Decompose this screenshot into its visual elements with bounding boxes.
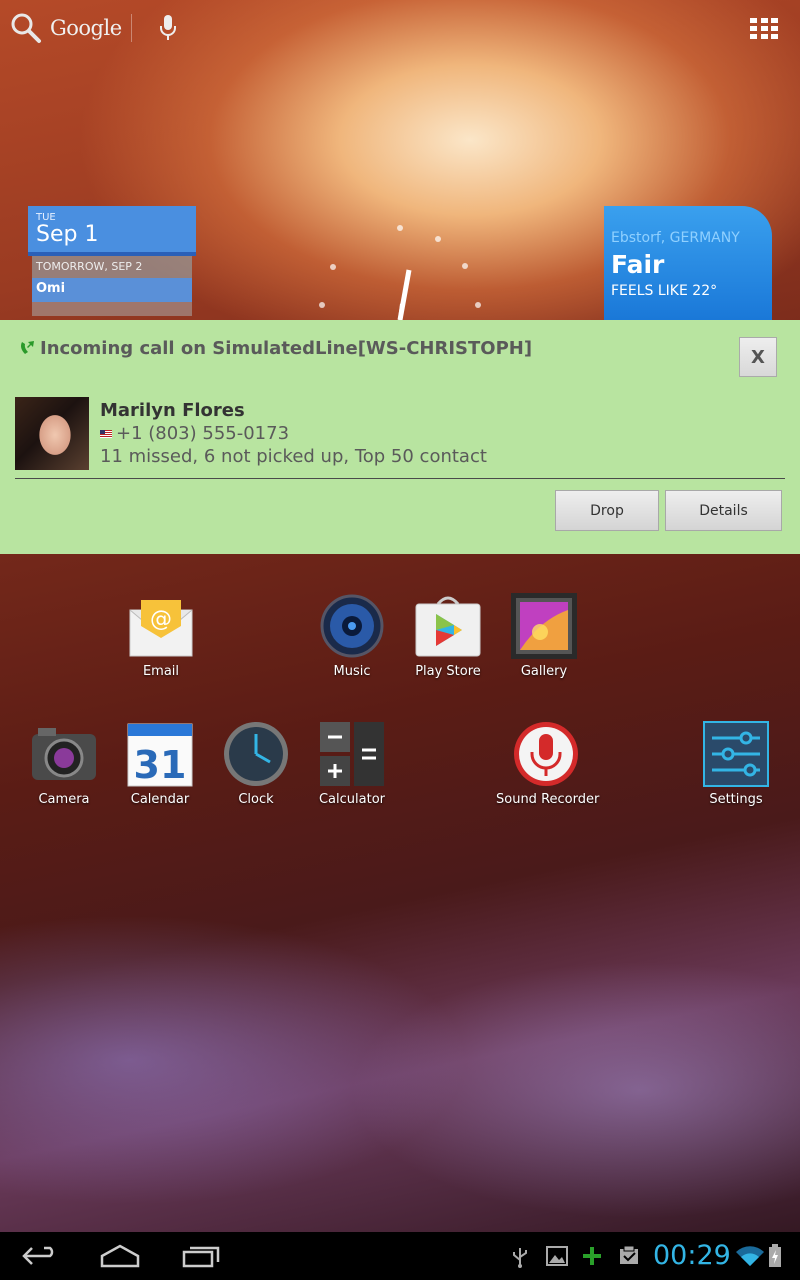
app-label: Clock	[238, 792, 274, 807]
calendar-tomorrow: TOMORROW, SEP 2	[32, 256, 192, 278]
calendar-widget[interactable]: TUE Sep 1 TOMORROW, SEP 2 Omi	[28, 206, 196, 320]
music-icon	[320, 594, 384, 658]
battery-charging-icon	[769, 1244, 781, 1267]
calendar-icon-number: 31	[134, 743, 187, 787]
weather-feels-like: FEELS LIKE 22°	[611, 283, 718, 299]
notification-title: Incoming call on SimulatedLine[WS-CHRIST…	[40, 338, 533, 359]
sound-recorder-icon	[514, 722, 578, 786]
calendar-event-placeholder	[32, 302, 192, 316]
notification-divider	[15, 478, 785, 479]
caller-phone-row: +1 (803) 555-0173	[100, 423, 289, 444]
app-label: Calendar	[130, 792, 190, 807]
settings-icon	[703, 721, 769, 787]
image-notification-icon	[546, 1246, 568, 1266]
calendar-date: Sep 1	[36, 222, 99, 247]
calendar-icon: 31	[127, 723, 193, 787]
weather-condition: Fair	[611, 250, 665, 279]
app-label: Gallery	[520, 664, 568, 679]
app-email[interactable]: @ Email	[113, 592, 209, 679]
app-calendar[interactable]: 31 Calendar	[112, 720, 208, 807]
app-play-store[interactable]: Play Store	[400, 592, 496, 679]
drop-button[interactable]: Drop	[555, 490, 659, 531]
calendar-widget-header: TUE Sep 1	[28, 206, 196, 256]
add-icon	[583, 1247, 601, 1265]
clock-icon	[224, 722, 288, 786]
app-label: Settings	[709, 792, 763, 807]
gallery-icon	[511, 593, 577, 659]
app-sound-recorder[interactable]: Sound Recorder	[496, 720, 600, 807]
google-label: Google	[50, 16, 122, 40]
caller-name: Marilyn Flores	[100, 400, 245, 421]
svg-text:@: @	[150, 607, 172, 632]
status-clock: 00:29	[653, 1240, 731, 1271]
back-button[interactable]	[22, 1244, 58, 1268]
app-clock[interactable]: Clock	[208, 720, 304, 807]
wifi-icon	[736, 1246, 764, 1266]
email-icon: @	[129, 600, 193, 657]
app-label: Music	[333, 664, 371, 679]
calendar-event[interactable]: Omi	[32, 278, 192, 302]
details-button[interactable]: Details	[665, 490, 782, 531]
phone-incoming-icon	[21, 340, 34, 354]
search-icon	[10, 12, 42, 44]
clipboard-check-icon	[620, 1245, 638, 1264]
all-apps-button[interactable]	[750, 18, 778, 39]
voice-search-button[interactable]	[158, 14, 178, 46]
app-gallery[interactable]: Gallery	[496, 592, 592, 679]
clock-widget[interactable]	[300, 210, 500, 320]
calculator-icon	[320, 722, 384, 786]
recent-apps-button[interactable]	[182, 1244, 220, 1268]
usb-icon	[513, 1248, 527, 1268]
google-search-bar[interactable]: Google	[10, 10, 122, 46]
us-flag-icon	[100, 429, 112, 438]
notification-title-row: Incoming call on SimulatedLine[WS-CHRIST…	[18, 338, 532, 359]
close-notification-button[interactable]: X	[739, 337, 777, 377]
camera-icon	[32, 728, 96, 780]
app-label: Sound Recorder	[496, 792, 600, 807]
caller-phone: +1 (803) 555-0173	[116, 423, 290, 444]
app-label: Camera	[38, 792, 90, 807]
play-store-icon	[415, 596, 481, 657]
microphone-icon	[160, 15, 176, 40]
app-music[interactable]: Music	[304, 592, 400, 679]
home-button[interactable]	[100, 1244, 140, 1268]
weather-widget[interactable]: Ebstorf, GERMANY Fair FEELS LIKE 22°	[604, 206, 772, 320]
app-camera[interactable]: Camera	[16, 720, 112, 807]
app-settings[interactable]: Settings	[688, 720, 784, 807]
app-calculator[interactable]: Calculator	[304, 720, 400, 807]
app-label: Play Store	[415, 664, 481, 679]
caller-avatar	[15, 397, 89, 470]
app-label: Calculator	[318, 792, 385, 807]
caller-info: 11 missed, 6 not picked up, Top 50 conta…	[100, 446, 487, 467]
incoming-call-notification: Incoming call on SimulatedLine[WS-CHRIST…	[0, 320, 800, 554]
weather-location: Ebstorf, GERMANY	[611, 230, 740, 246]
app-label: Email	[142, 664, 180, 679]
search-divider	[131, 14, 132, 42]
